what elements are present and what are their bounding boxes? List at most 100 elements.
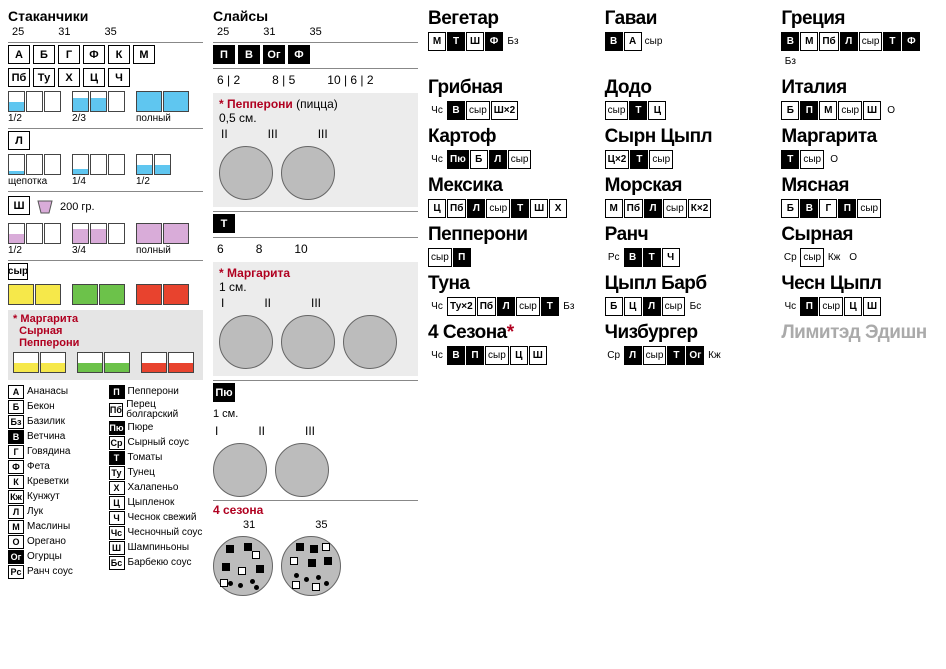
cup-icon [40, 352, 66, 373]
ingredient-key: М [133, 45, 155, 64]
slices-title: Слайсы [213, 8, 418, 24]
ingredient-key: П [213, 45, 235, 64]
recipe-name: Ранч [605, 224, 762, 246]
ingredient-token: Ш [530, 199, 548, 218]
ingredient-token: Рс [605, 248, 623, 267]
cup-icon [72, 284, 98, 305]
legend-key: П [109, 385, 125, 399]
cup-label: полный [136, 113, 190, 124]
cup-icon [136, 154, 153, 175]
ingredient-token: Пб [477, 297, 496, 316]
ingredient-token: Ш×2 [491, 101, 518, 120]
ingredient-token: Б [781, 199, 799, 218]
legend-key: Б [8, 400, 24, 414]
ingredient-token: Пб [447, 199, 466, 218]
recipe: ПепперонисырП [428, 224, 585, 267]
ingredient-token: Л [840, 32, 858, 51]
ingredient-token: Бз [781, 52, 799, 71]
recipe-name: Гаваи [605, 8, 762, 30]
ingredient-token: Ф [485, 32, 503, 51]
cup-icon [13, 352, 39, 373]
cup-icon [72, 91, 89, 112]
ingredient-token: Т [447, 32, 465, 51]
ingredient-token: П [466, 346, 484, 365]
cup-icon [35, 284, 61, 305]
cup-label: полный [136, 245, 190, 256]
ingredient-token: О [844, 248, 862, 267]
cup-label: 1/2 [136, 176, 172, 187]
ingredient-token: сыр [857, 199, 881, 218]
ingredient-token: Ш [466, 32, 484, 51]
ingredient-token: Ц [510, 346, 528, 365]
legend-label: Тунец [128, 468, 155, 478]
ingredient-token: Бс [686, 297, 704, 316]
ingredient-token: сыр [485, 346, 509, 365]
ingredient-token: Г [819, 199, 837, 218]
cup-icon [90, 223, 107, 244]
recipe: Чесн ЦыплЧсПсырЦШ [781, 273, 938, 316]
ingredient-token: Ср [781, 248, 799, 267]
legend-key: В [8, 430, 24, 444]
ingredient-token: Т [630, 150, 648, 169]
ingredient-key: Ту [33, 68, 55, 87]
ingredient-token: А [624, 32, 642, 51]
recipe: Цыпл БарбБЦЛсырБс [605, 273, 762, 316]
cup-icon [8, 154, 25, 175]
legend-key: Ог [8, 550, 24, 564]
cups-title: Стаканчики [8, 8, 203, 24]
legend-label: Маслины [27, 522, 70, 532]
cup-icon [44, 223, 61, 244]
seasons-disc-icon [281, 536, 341, 596]
legend-label: Огурцы [27, 552, 62, 562]
ingredient-token: Т [667, 346, 685, 365]
legend-label: Ананасы [27, 387, 68, 397]
ingredient-token: Ц [844, 297, 862, 316]
ingredient-token: Пб [819, 32, 838, 51]
recipe-name: Мексика [428, 175, 585, 197]
cup-icon [26, 154, 43, 175]
cup-icon [104, 352, 130, 373]
legend-label: Барбекю соус [128, 558, 192, 568]
cup-icon [44, 91, 61, 112]
ingredient-token: Кж [705, 346, 723, 365]
recipe-name: Маргарита [781, 126, 938, 148]
ingredient-token: Чс [428, 346, 446, 365]
cup-icon [154, 154, 171, 175]
recipe-name: Пепперони [428, 224, 585, 246]
ingredient-token: сыр [859, 32, 883, 51]
legend-key: А [8, 385, 24, 399]
ingredient-token: Чс [428, 150, 446, 169]
recipe-name: Туна [428, 273, 585, 295]
legend-label: Чесночный соус [128, 528, 203, 538]
ingredient-token: Т [541, 297, 559, 316]
ingredient-token: Л [643, 297, 661, 316]
recipe-name: Вегетар [428, 8, 585, 30]
legend-key: Чс [109, 526, 125, 540]
recipe: ИталияБПМсырШО [781, 77, 938, 120]
ingredient-key: Ф [288, 45, 310, 64]
recipe-name: Мясная [781, 175, 938, 197]
legend-key: О [8, 535, 24, 549]
recipe: ДодосырТЦ [605, 77, 762, 120]
ingredient-token: Т [781, 150, 799, 169]
legend-label: Пепперони [128, 387, 179, 397]
disc-icon [281, 315, 335, 369]
cup-label: 3/4 [72, 245, 126, 256]
legend-key: Ср [109, 436, 125, 450]
ingredient-token: Чс [428, 297, 446, 316]
recipe-name: Италия [781, 77, 938, 99]
recipe: СырнаяСрсырКжО [781, 224, 938, 267]
ingredient-key: К [108, 45, 130, 64]
ingredient-token: В [781, 32, 799, 51]
cup-icon [163, 223, 189, 244]
ingredient-token: В [447, 346, 465, 365]
recipe: Сырн ЦыплЦ×2Тсыр [605, 126, 762, 169]
ingredient-token: Ч [662, 248, 680, 267]
ingredient-key: В [238, 45, 260, 64]
cup-label: 1/2 [8, 113, 62, 124]
recipe-name: 4 Сезона* [428, 322, 585, 344]
ingredient-key: Б [33, 45, 55, 64]
ingredient-token: П [800, 297, 818, 316]
legend-key: Г [8, 445, 24, 459]
disc-icon [343, 315, 397, 369]
